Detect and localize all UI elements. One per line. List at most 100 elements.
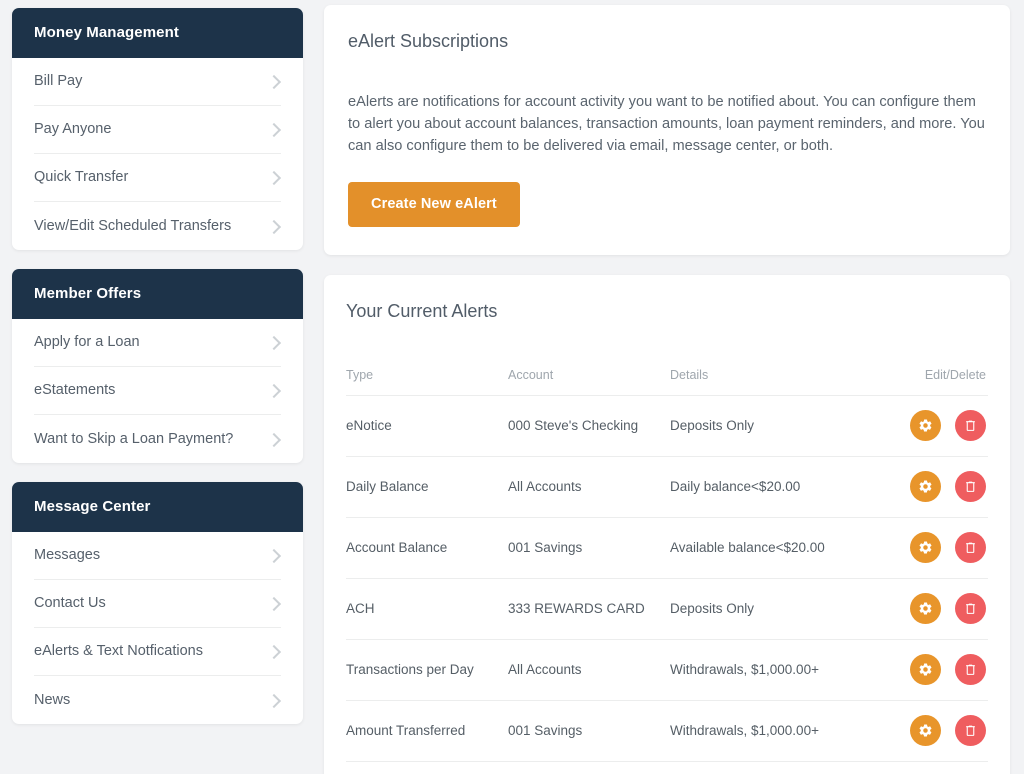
chevron-right-icon <box>268 549 281 562</box>
trash-icon <box>966 725 975 737</box>
page-title: eAlert Subscriptions <box>348 31 509 51</box>
chevron-right-icon <box>268 694 281 707</box>
sidebar-item-label: Quick Transfer <box>34 169 129 186</box>
column-header-details: Details <box>670 367 858 396</box>
edit-alert-button[interactable] <box>910 654 942 686</box>
gear-icon <box>919 541 932 554</box>
delete-alert-button[interactable] <box>955 410 986 442</box>
delete-alert-button[interactable] <box>955 532 986 564</box>
sidebar-card-items: Apply for a Loan eStatements Want to Ski… <box>12 319 303 463</box>
cell-actions <box>858 639 988 701</box>
delete-alert-button[interactable] <box>955 654 986 686</box>
sidebar-item-contact-us[interactable]: Contact Us <box>34 580 281 628</box>
cell-account: 000 Steve's Checking <box>508 395 670 457</box>
cell-type: eNotice <box>346 395 508 457</box>
sidebar-item-apply-for-a-loan[interactable]: Apply for a Loan <box>34 319 281 367</box>
chevron-right-icon <box>268 220 281 233</box>
cell-actions <box>858 395 988 457</box>
cell-type: Daily Balance <box>346 456 508 518</box>
sidebar-item-label: eStatements <box>34 382 116 399</box>
sidebar-card-title: Member Offers <box>12 269 303 319</box>
sidebar-item-ealerts-text-notifications[interactable]: eAlerts & Text Notfications <box>34 628 281 676</box>
sidebar-card-money-management: Money Management Bill Pay Pay Anyone Qui… <box>12 8 303 250</box>
cell-type: ACH <box>346 578 508 640</box>
edit-alert-button[interactable] <box>910 532 942 564</box>
table-row: eNotice 000 Steve's Checking Deposits On… <box>346 395 988 457</box>
edit-alert-button[interactable] <box>910 593 942 625</box>
main-content: eAlert Subscriptions eAlerts are notific… <box>324 5 1010 774</box>
cell-type <box>346 761 508 774</box>
sidebar-item-news[interactable]: News <box>34 676 281 724</box>
trash-icon <box>966 481 975 493</box>
sidebar-card-message-center: Message Center Messages Contact Us eAler… <box>12 482 303 724</box>
column-header-type: Type <box>346 367 508 396</box>
sidebar-card-title: Message Center <box>12 482 303 532</box>
cell-details: Daily balance<$20.00 <box>670 456 858 518</box>
sidebar-item-skip-a-loan-payment[interactable]: Want to Skip a Loan Payment? <box>34 415 281 463</box>
sidebar-card-title: Money Management <box>12 8 303 58</box>
sidebar-card-items: Messages Contact Us eAlerts & Text Notfi… <box>12 532 303 724</box>
ealert-subscriptions-panel: eAlert Subscriptions eAlerts are notific… <box>324 5 1010 255</box>
delete-alert-button[interactable] <box>955 715 986 747</box>
cell-actions <box>858 456 988 518</box>
table-row: Daily Balance All Accounts Daily balance… <box>346 456 988 518</box>
sidebar-item-messages[interactable]: Messages <box>34 532 281 580</box>
edit-alert-button[interactable] <box>910 410 942 442</box>
edit-alert-button[interactable] <box>910 471 942 503</box>
cell-details: Deposits Only <box>670 578 858 640</box>
table-row <box>346 761 988 774</box>
chevron-right-icon <box>268 123 281 136</box>
column-header-edit-delete: Edit/Delete <box>858 367 988 396</box>
trash-icon <box>966 664 975 676</box>
sidebar-item-label: View/Edit Scheduled Transfers <box>34 217 232 234</box>
sidebar-item-view-edit-scheduled-transfers[interactable]: View/Edit Scheduled Transfers <box>34 202 281 250</box>
chevron-right-icon <box>268 645 281 658</box>
gear-icon <box>919 419 932 432</box>
sidebar-item-label: News <box>34 691 71 708</box>
table-header-row: Type Account Details Edit/Delete <box>346 367 988 396</box>
cell-account <box>508 761 670 774</box>
delete-alert-button[interactable] <box>955 471 986 503</box>
sidebar-item-pay-anyone[interactable]: Pay Anyone <box>34 106 281 154</box>
sidebar-item-label: Messages <box>34 547 101 564</box>
sidebar-item-bill-pay[interactable]: Bill Pay <box>34 58 281 106</box>
sidebar-item-estatements[interactable]: eStatements <box>34 367 281 415</box>
chevron-right-icon <box>268 336 281 349</box>
alerts-table-body: eNotice 000 Steve's Checking Deposits On… <box>346 395 988 774</box>
sidebar-item-label: Bill Pay <box>34 73 83 90</box>
gear-icon <box>919 602 932 615</box>
cell-type: Transactions per Day <box>346 639 508 701</box>
chevron-right-icon <box>268 171 281 184</box>
cell-actions <box>858 761 988 774</box>
table-row: Transactions per Day All Accounts Withdr… <box>346 639 988 701</box>
sidebar-item-label: Pay Anyone <box>34 121 112 138</box>
sidebar-item-quick-transfer[interactable]: Quick Transfer <box>34 154 281 202</box>
column-header-account: Account <box>508 367 670 396</box>
cell-actions <box>858 700 988 762</box>
current-alerts-panel: Your Current Alerts Type Account Details… <box>324 274 1010 774</box>
alerts-table-head: Type Account Details Edit/Delete <box>346 367 988 396</box>
page-root: Money Management Bill Pay Pay Anyone Qui… <box>0 0 1024 774</box>
delete-alert-button[interactable] <box>955 593 986 625</box>
edit-alert-button[interactable] <box>910 715 942 747</box>
cell-account: 001 Savings <box>508 700 670 762</box>
create-new-ealert-button[interactable]: Create New eAlert <box>348 181 520 227</box>
chevron-right-icon <box>268 433 281 446</box>
table-row: ACH 333 REWARDS CARD Deposits Only <box>346 578 988 640</box>
table-row: Account Balance 001 Savings Available ba… <box>346 517 988 579</box>
cell-details: Withdrawals, $1,000.00+ <box>670 639 858 701</box>
sidebar: Money Management Bill Pay Pay Anyone Qui… <box>12 5 303 724</box>
cell-details: Withdrawals, $1,000.00+ <box>670 700 858 762</box>
sidebar-card-items: Bill Pay Pay Anyone Quick Transfer View/… <box>12 58 303 250</box>
sidebar-item-label: eAlerts & Text Notfications <box>34 643 203 660</box>
gear-icon <box>919 724 932 737</box>
alerts-table: Type Account Details Edit/Delete eNotice… <box>346 367 988 774</box>
cell-actions <box>858 578 988 640</box>
cell-account: 001 Savings <box>508 517 670 579</box>
cell-actions <box>858 517 988 579</box>
sidebar-item-label: Want to Skip a Loan Payment? <box>34 430 234 447</box>
cell-account: All Accounts <box>508 456 670 518</box>
table-row: Amount Transferred 001 Savings Withdrawa… <box>346 700 988 762</box>
sidebar-item-label: Contact Us <box>34 595 106 612</box>
cell-details <box>670 761 858 774</box>
